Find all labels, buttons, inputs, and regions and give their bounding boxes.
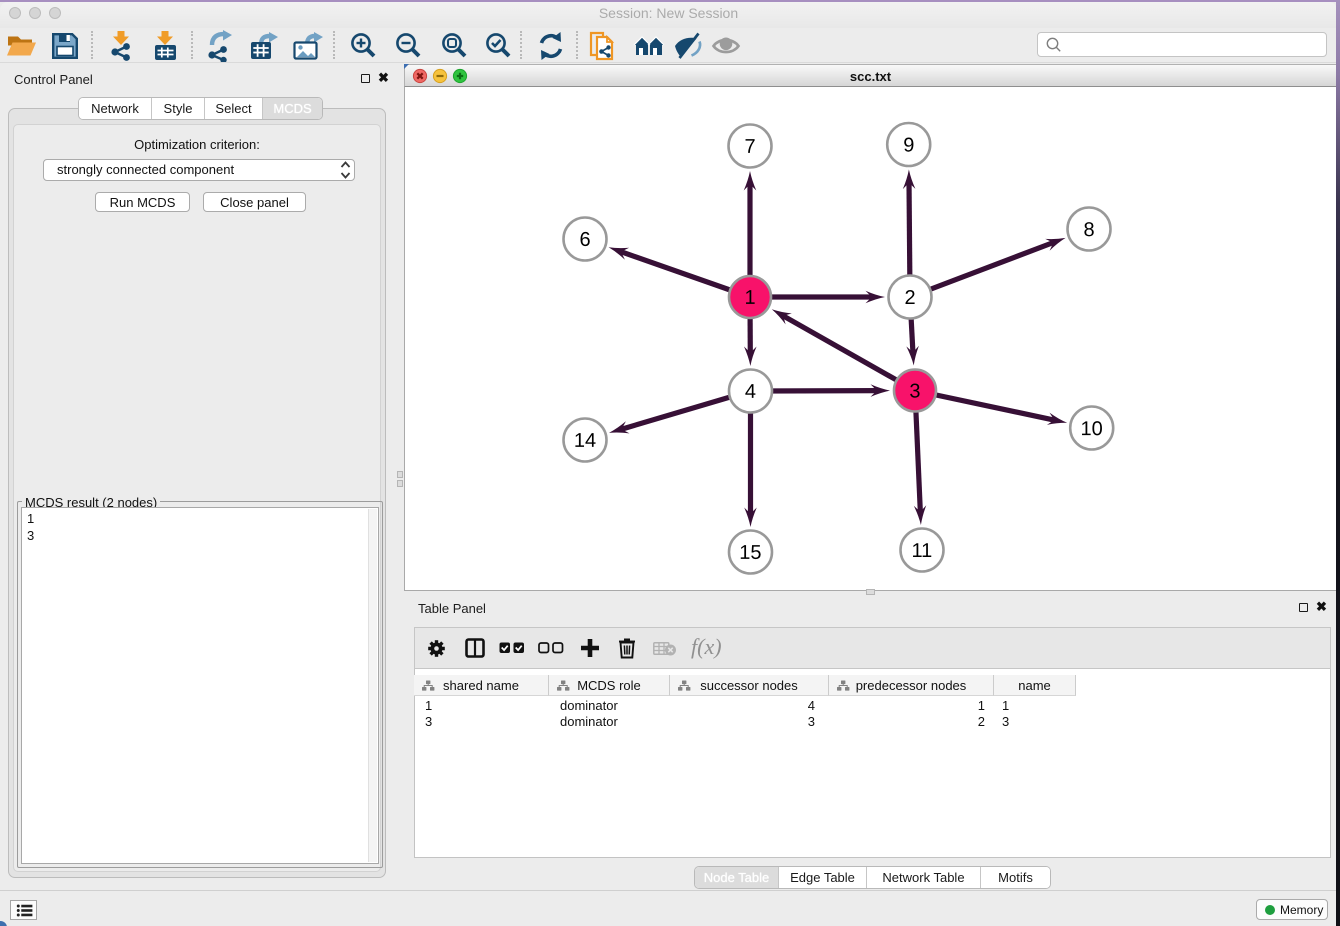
svg-text:4: 4: [745, 381, 756, 403]
svg-text:11: 11: [912, 540, 933, 562]
svg-text:15: 15: [739, 542, 761, 564]
svg-text:14: 14: [574, 430, 596, 452]
svg-text:8: 8: [1083, 219, 1094, 241]
svg-text:6: 6: [579, 229, 590, 251]
svg-text:7: 7: [745, 136, 756, 158]
svg-text:2: 2: [904, 287, 915, 309]
svg-text:1: 1: [744, 287, 755, 309]
svg-text:3: 3: [909, 381, 920, 403]
svg-text:9: 9: [903, 135, 914, 157]
svg-text:10: 10: [1081, 418, 1103, 440]
